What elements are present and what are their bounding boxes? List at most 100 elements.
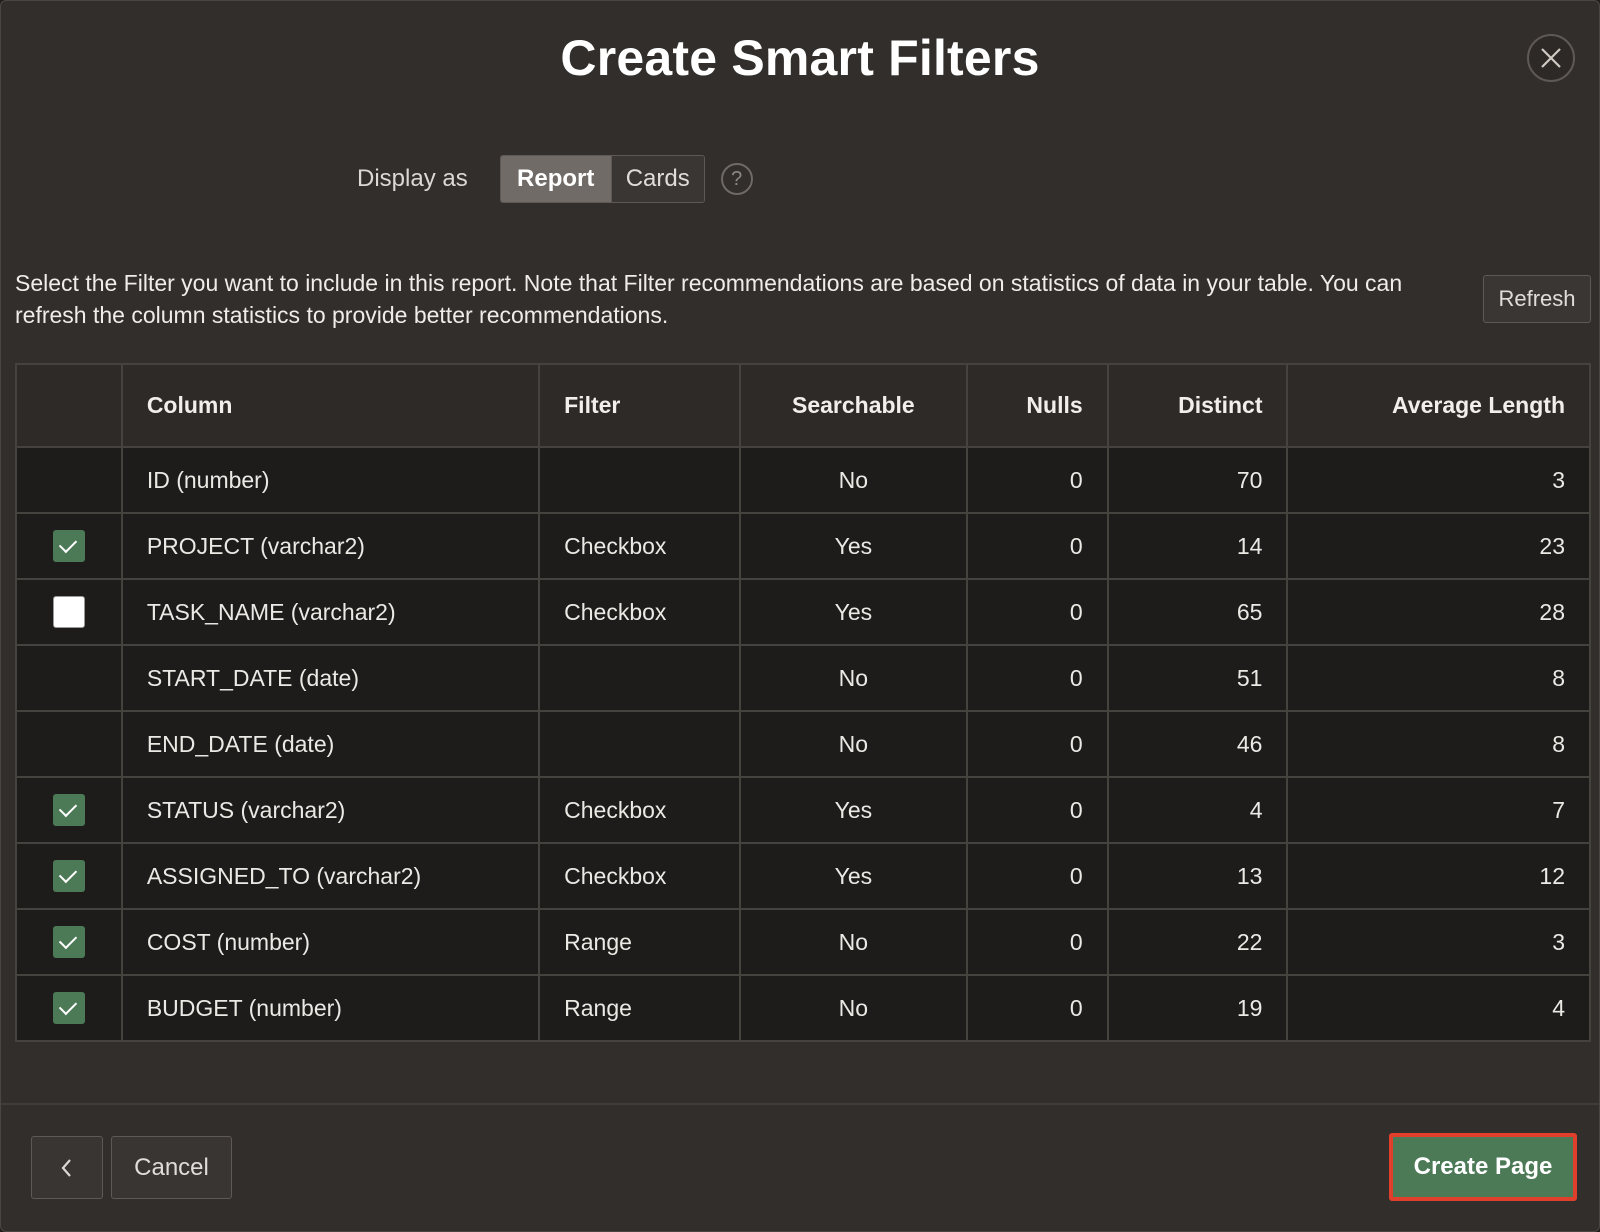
select-cell: [15, 710, 123, 778]
dialog-title: Create Smart Filters: [560, 30, 1040, 86]
close-icon: [1541, 48, 1561, 68]
help-icon[interactable]: ?: [720, 163, 753, 195]
table-row: TASK_NAME (varchar2) Checkbox Yes 0 65 2…: [15, 578, 1591, 646]
select-cell: [15, 776, 123, 844]
column-cell: ID (number): [120, 446, 541, 514]
table-row: PROJECT (varchar2) Checkbox Yes 0 14 23: [15, 512, 1591, 580]
header-filter[interactable]: Filter: [538, 363, 741, 448]
header-searchable[interactable]: Searchable: [738, 363, 968, 448]
searchable-cell: No: [738, 446, 968, 514]
table-row: START_DATE (date) No 0 51 8: [15, 644, 1591, 712]
nulls-cell: 0: [965, 446, 1109, 514]
searchable-cell: Yes: [738, 776, 968, 844]
header-average-length[interactable]: Average Length: [1286, 363, 1591, 448]
table-row: STATUS (varchar2) Checkbox Yes 0 4 7: [15, 776, 1591, 844]
table-header-row: Column Filter Searchable Nulls Distinct …: [15, 363, 1591, 448]
display-as-label: Display as: [357, 165, 468, 192]
header-distinct[interactable]: Distinct: [1106, 363, 1289, 448]
searchable-cell: No: [738, 710, 968, 778]
searchable-cell: Yes: [738, 842, 968, 910]
refresh-button[interactable]: Refresh: [1483, 275, 1591, 323]
nulls-cell: 0: [965, 644, 1109, 712]
column-cell: BUDGET (number): [120, 974, 541, 1042]
avg-length-cell: 28: [1286, 578, 1591, 646]
avg-length-cell: 23: [1286, 512, 1591, 580]
avg-length-cell: 4: [1286, 974, 1591, 1042]
header-select: [15, 363, 123, 448]
display-as-toggle: Report Cards: [499, 155, 705, 203]
include-checkbox[interactable]: [52, 596, 85, 628]
distinct-cell: 51: [1106, 644, 1289, 712]
column-cell: STATUS (varchar2): [120, 776, 541, 844]
avg-length-cell: 12: [1286, 842, 1591, 910]
filter-cell: Checkbox: [538, 578, 741, 646]
include-checkbox[interactable]: [52, 860, 85, 892]
distinct-cell: 19: [1106, 974, 1289, 1042]
distinct-cell: 70: [1106, 446, 1289, 514]
table-row: ASSIGNED_TO (varchar2) Checkbox Yes 0 13…: [15, 842, 1591, 910]
select-cell: [15, 908, 123, 976]
table-row: ID (number) No 0 70 3: [15, 446, 1591, 514]
column-cell: PROJECT (varchar2): [120, 512, 541, 580]
create-page-button[interactable]: Create Page: [1389, 1133, 1577, 1201]
table-row: END_DATE (date) No 0 46 8: [15, 710, 1591, 778]
filters-table: Column Filter Searchable Nulls Distinct …: [15, 363, 1591, 1042]
nulls-cell: 0: [965, 776, 1109, 844]
select-cell: [15, 644, 123, 712]
close-button[interactable]: [1527, 34, 1575, 82]
filter-cell: [538, 446, 741, 514]
header-nulls[interactable]: Nulls: [965, 363, 1109, 448]
avg-length-cell: 8: [1286, 644, 1591, 712]
display-as-row: Display as Report Cards ?: [357, 155, 753, 203]
avg-length-cell: 3: [1286, 446, 1591, 514]
display-option-cards[interactable]: Cards: [610, 156, 704, 202]
filter-cell: Checkbox: [538, 776, 741, 844]
table-row: COST (number) Range No 0 22 3: [15, 908, 1591, 976]
filter-cell: Checkbox: [538, 512, 741, 580]
column-cell: END_DATE (date): [120, 710, 541, 778]
include-checkbox[interactable]: [52, 794, 85, 826]
instruction-text: Select the Filter you want to include in…: [15, 270, 1403, 328]
filter-cell: [538, 644, 741, 712]
select-cell: [15, 974, 123, 1042]
filter-cell: Checkbox: [538, 842, 741, 910]
searchable-cell: Yes: [738, 578, 968, 646]
footer-divider: [1, 1103, 1599, 1105]
searchable-cell: Yes: [738, 512, 968, 580]
filter-cell: Range: [538, 974, 741, 1042]
distinct-cell: 46: [1106, 710, 1289, 778]
avg-length-cell: 7: [1286, 776, 1591, 844]
select-cell: [15, 512, 123, 580]
avg-length-cell: 8: [1286, 710, 1591, 778]
nulls-cell: 0: [965, 974, 1109, 1042]
nulls-cell: 0: [965, 710, 1109, 778]
cancel-button[interactable]: Cancel: [111, 1136, 232, 1199]
display-option-report[interactable]: Report: [500, 156, 611, 202]
filter-cell: [538, 710, 741, 778]
create-smart-filters-dialog: Create Smart Filters Display as Report C…: [0, 0, 1600, 1232]
select-cell: [15, 578, 123, 646]
distinct-cell: 13: [1106, 842, 1289, 910]
distinct-cell: 65: [1106, 578, 1289, 646]
nulls-cell: 0: [965, 578, 1109, 646]
include-checkbox[interactable]: [52, 530, 85, 562]
chevron-left-icon: [61, 1158, 71, 1177]
searchable-cell: No: [738, 644, 968, 712]
filter-cell: Range: [538, 908, 741, 976]
header-column[interactable]: Column: [120, 363, 541, 448]
back-button[interactable]: [31, 1136, 103, 1199]
column-cell: START_DATE (date): [120, 644, 541, 712]
nulls-cell: 0: [965, 512, 1109, 580]
distinct-cell: 22: [1106, 908, 1289, 976]
searchable-cell: No: [738, 974, 968, 1042]
distinct-cell: 14: [1106, 512, 1289, 580]
nulls-cell: 0: [965, 842, 1109, 910]
include-checkbox[interactable]: [52, 926, 85, 958]
include-checkbox[interactable]: [52, 992, 85, 1024]
select-cell: [15, 842, 123, 910]
column-cell: ASSIGNED_TO (varchar2): [120, 842, 541, 910]
table-row: BUDGET (number) Range No 0 19 4: [15, 974, 1591, 1042]
avg-length-cell: 3: [1286, 908, 1591, 976]
nulls-cell: 0: [965, 908, 1109, 976]
column-cell: TASK_NAME (varchar2): [120, 578, 541, 646]
